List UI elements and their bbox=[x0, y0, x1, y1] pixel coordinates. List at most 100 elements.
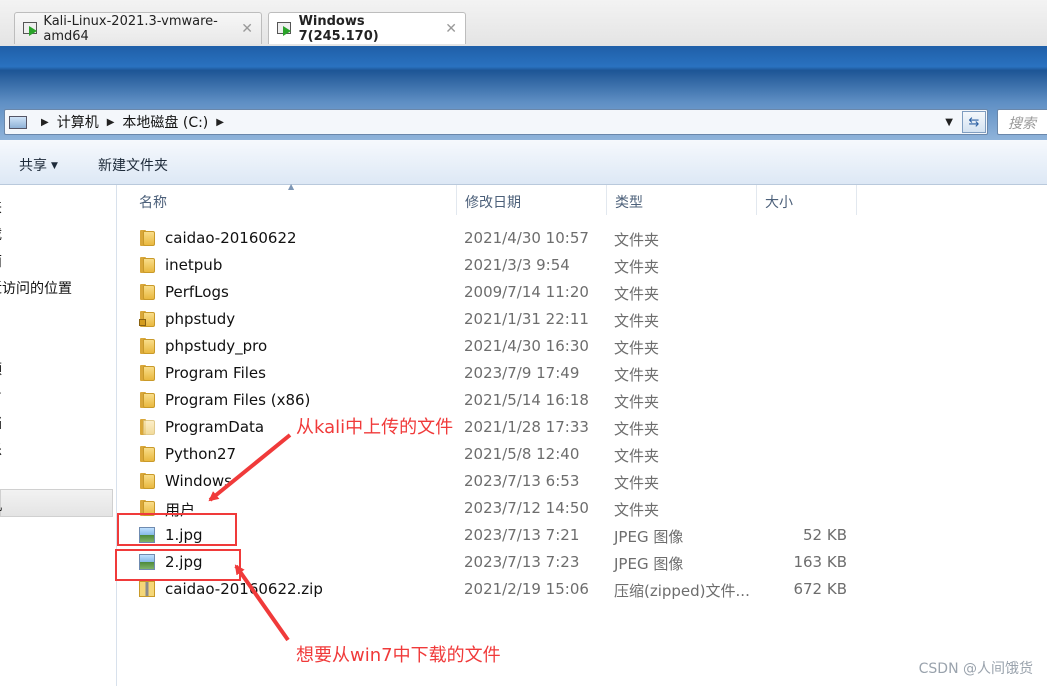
search-input[interactable]: 搜索 bbox=[997, 109, 1047, 135]
breadcrumb-local-disk[interactable]: 本地磁盘 (C:) bbox=[122, 112, 208, 132]
watermark: CSDN @人间饿货 bbox=[918, 661, 1033, 677]
vm-icon bbox=[277, 21, 293, 36]
table-row[interactable]: 用户 2023/7/12 14:50 文件夹 bbox=[117, 495, 1047, 522]
hidden-folder-icon bbox=[139, 418, 157, 436]
nav-item-music[interactable]: 乐 bbox=[0, 440, 2, 460]
table-row[interactable]: phpstudy 2021/1/31 22:11 文件夹 bbox=[117, 306, 1047, 333]
tab-label: Windows 7(245.170) bbox=[298, 13, 379, 44]
highlight-box-2jpg bbox=[115, 549, 241, 581]
file-date: 2021/1/31 22:11 bbox=[464, 310, 589, 328]
file-name: Program Files bbox=[165, 364, 266, 382]
table-row[interactable]: inetpub 2021/3/3 9:54 文件夹 bbox=[117, 252, 1047, 279]
file-type: 压缩(zipped)文件... bbox=[614, 582, 750, 600]
file-size: 672 KB bbox=[793, 580, 847, 598]
file-date: 2023/7/13 7:23 bbox=[464, 553, 580, 571]
table-row[interactable]: caidao-20160622 2021/4/30 10:57 文件夹 bbox=[117, 225, 1047, 252]
file-type: 文件夹 bbox=[614, 420, 660, 438]
tab-kali-vm[interactable]: Kali-Linux-2021.3-vmware-amd64 ✕ bbox=[14, 12, 262, 44]
column-header-date[interactable]: 修改日期 bbox=[457, 185, 607, 215]
file-name: phpstudy bbox=[165, 310, 236, 328]
nav-item-documents[interactable]: 档 bbox=[0, 413, 2, 433]
computer-icon bbox=[9, 115, 27, 129]
folder-icon bbox=[139, 283, 157, 301]
nav-item-desktop[interactable]: 面 bbox=[0, 251, 2, 271]
table-row[interactable]: Program Files (x86) 2021/5/14 16:18 文件夹 bbox=[117, 387, 1047, 414]
table-row[interactable]: Windows 2023/7/13 6:53 文件夹 bbox=[117, 468, 1047, 495]
chevron-right-icon[interactable]: ▶ bbox=[41, 117, 49, 128]
file-name: PerfLogs bbox=[165, 283, 229, 301]
file-date: 2023/7/13 6:53 bbox=[464, 472, 580, 490]
file-type: 文件夹 bbox=[614, 258, 660, 276]
folder-icon bbox=[139, 472, 157, 490]
file-name: Python27 bbox=[165, 445, 237, 463]
nav-item-recent-places[interactable]: 近访问的位置 bbox=[0, 278, 72, 298]
file-name: ProgramData bbox=[165, 418, 265, 436]
column-header-name[interactable]: 名称 bbox=[131, 185, 457, 215]
file-date: 2009/7/14 11:20 bbox=[464, 283, 589, 301]
chevron-right-icon[interactable]: ▶ bbox=[107, 117, 115, 128]
table-row[interactable]: phpstudy_pro 2021/4/30 16:30 文件夹 bbox=[117, 333, 1047, 360]
refresh-button[interactable]: ⇆ bbox=[962, 111, 986, 133]
folder-icon bbox=[139, 364, 157, 382]
table-row[interactable]: ProgramData 2021/1/28 17:33 文件夹 bbox=[117, 414, 1047, 441]
nav-item-videos[interactable]: 频 bbox=[0, 359, 2, 379]
file-type: JPEG 图像 bbox=[614, 555, 684, 573]
table-row[interactable]: PerfLogs 2009/7/14 11:20 文件夹 bbox=[117, 279, 1047, 306]
navigation-pane: 夹 载 面 近访问的位置 频 片 档 乐 机 bbox=[0, 185, 117, 686]
file-type: 文件夹 bbox=[614, 285, 660, 303]
lock-icon bbox=[139, 319, 146, 326]
share-button[interactable]: 共享 ▼ bbox=[19, 155, 58, 175]
file-date: 2021/3/3 9:54 bbox=[464, 256, 570, 274]
annotation-download: 想要从win7中下载的文件 bbox=[296, 645, 501, 666]
annotation-uploaded: 从kali中上传的文件 bbox=[296, 417, 454, 438]
folder-icon bbox=[139, 229, 157, 247]
nav-item-pictures[interactable]: 片 bbox=[0, 386, 2, 406]
file-type: 文件夹 bbox=[614, 312, 660, 330]
folder-icon bbox=[139, 256, 157, 274]
address-bar[interactable]: ▶ 计算机 ▶ 本地磁盘 (C:) ▶ ▼ bbox=[4, 109, 988, 135]
nav-item-computer[interactable]: 机 bbox=[0, 495, 2, 515]
tab-label: Kali-Linux-2021.3-vmware-amd64 bbox=[43, 13, 218, 44]
file-date: 2021/4/30 16:30 bbox=[464, 337, 589, 355]
table-row[interactable]: 1.jpg 2023/7/13 7:21 JPEG 图像 52 KB bbox=[117, 522, 1047, 549]
close-icon[interactable]: ✕ bbox=[445, 21, 457, 37]
tab-win7-vm[interactable]: Windows 7(245.170) ✕ bbox=[268, 12, 466, 44]
close-icon[interactable]: ✕ bbox=[241, 21, 253, 37]
file-list: ▲ 名称 修改日期 类型 大小 caidao-20160622 2021/4/30… bbox=[117, 182, 1047, 686]
file-name: caidao-20160622.zip bbox=[165, 580, 323, 598]
share-label: 共享 bbox=[19, 158, 47, 174]
file-type: 文件夹 bbox=[614, 393, 660, 411]
file-type: 文件夹 bbox=[614, 366, 660, 384]
highlight-box-1jpg bbox=[117, 513, 237, 546]
table-row[interactable]: Program Files 2023/7/9 17:49 文件夹 bbox=[117, 360, 1047, 387]
chevron-down-icon[interactable]: ▼ bbox=[945, 117, 953, 128]
table-row[interactable]: 2.jpg 2023/7/13 7:23 JPEG 图像 163 KB bbox=[117, 549, 1047, 576]
new-folder-button[interactable]: 新建文件夹 bbox=[98, 155, 168, 175]
file-size: 163 KB bbox=[793, 553, 847, 571]
file-type: 文件夹 bbox=[614, 474, 660, 492]
file-type: 文件夹 bbox=[614, 501, 660, 519]
table-row[interactable]: caidao-20160622.zip 2021/2/19 15:06 压缩(zip… bbox=[117, 576, 1047, 603]
chevron-right-icon[interactable]: ▶ bbox=[216, 117, 224, 128]
file-date: 2021/5/8 12:40 bbox=[464, 445, 580, 463]
vm-tab-bar: Kali-Linux-2021.3-vmware-amd64 ✕ Windows… bbox=[0, 0, 1047, 47]
file-type: JPEG 图像 bbox=[614, 528, 684, 546]
column-header-size[interactable]: 大小 bbox=[757, 185, 857, 215]
file-name: Windows bbox=[165, 472, 232, 490]
nav-item-downloads[interactable]: 载 bbox=[0, 224, 2, 244]
file-name: caidao-20160622 bbox=[165, 229, 297, 247]
table-row[interactable]: Python27 2021/5/8 12:40 文件夹 bbox=[117, 441, 1047, 468]
column-header-type[interactable]: 类型 bbox=[607, 185, 757, 215]
zip-file-icon bbox=[139, 581, 155, 597]
file-size: 52 KB bbox=[803, 526, 847, 544]
locked-folder-icon bbox=[139, 310, 157, 328]
file-date: 2023/7/9 17:49 bbox=[464, 364, 580, 382]
folder-icon bbox=[139, 337, 157, 355]
file-date: 2023/7/13 7:21 bbox=[464, 526, 580, 544]
breadcrumb-computer[interactable]: 计算机 bbox=[57, 112, 99, 132]
file-date: 2021/4/30 10:57 bbox=[464, 229, 589, 247]
chevron-down-icon: ▼ bbox=[51, 161, 58, 171]
file-date: 2021/2/19 15:06 bbox=[464, 580, 589, 598]
file-type: 文件夹 bbox=[614, 339, 660, 357]
nav-item-favorites[interactable]: 夹 bbox=[0, 197, 2, 217]
